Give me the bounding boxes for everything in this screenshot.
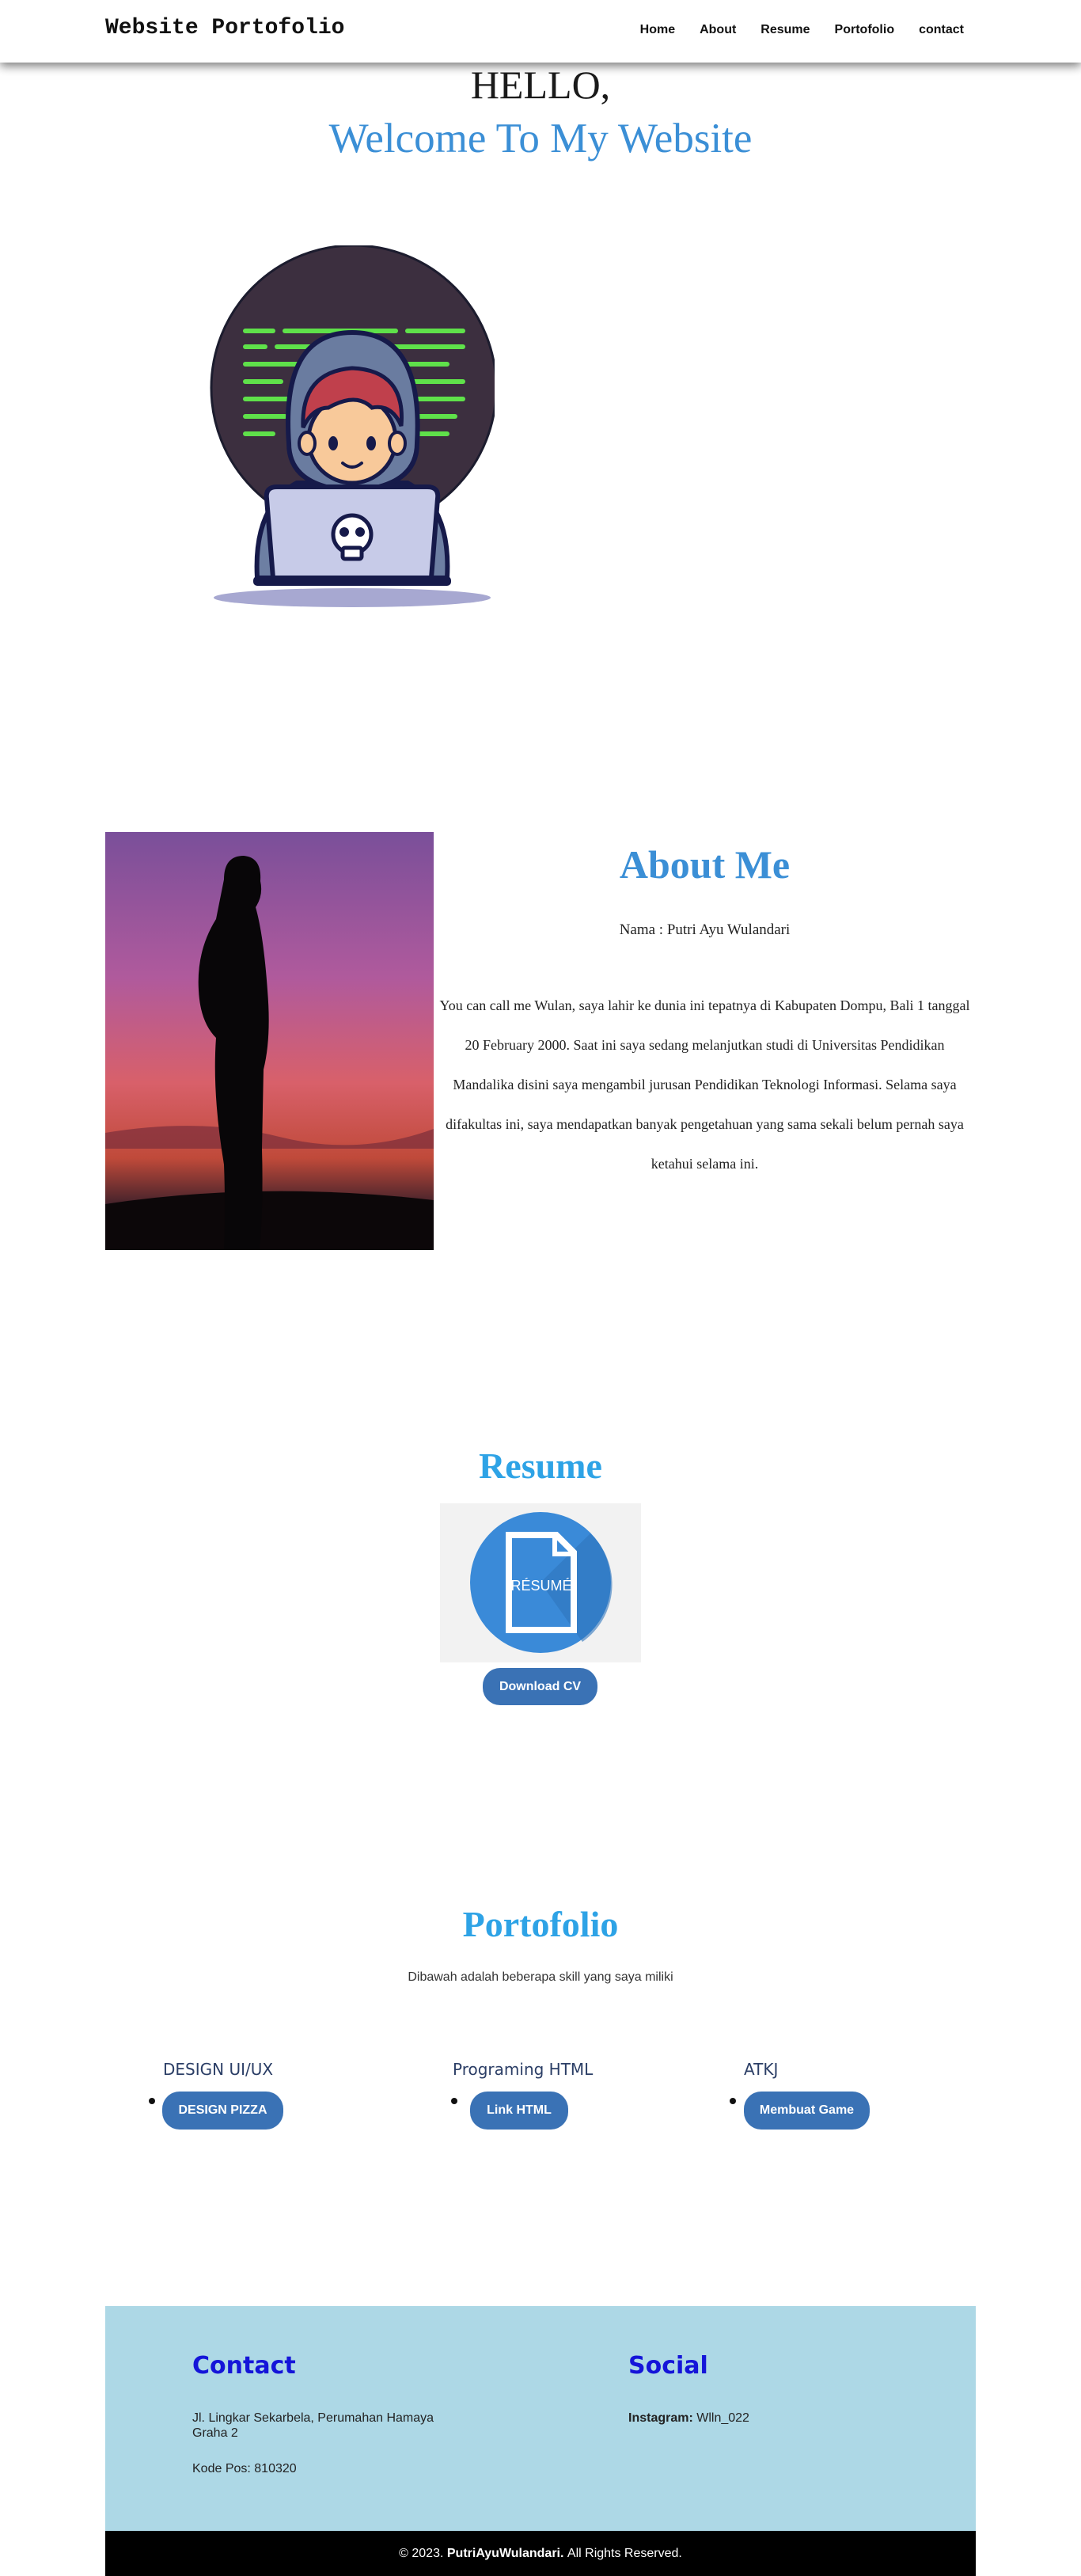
social-instagram: Instagram: Wlln_022 xyxy=(628,2411,749,2426)
social-title: Social xyxy=(628,2352,708,2380)
copyright-name: PutriAyuWulandari. xyxy=(446,2546,564,2560)
about-title: About Me xyxy=(619,842,791,887)
instagram-handle[interactable]: Wlln_022 xyxy=(696,2411,749,2425)
resume-document-icon: RÉSUMÉ xyxy=(470,1512,613,1653)
resume-icon-card: RÉSUMÉ xyxy=(440,1503,641,1662)
copyright-bar: © 2023. PutriAyuWulandari. All Rights Re… xyxy=(105,2531,976,2576)
download-cv-button[interactable]: Download CV xyxy=(483,1668,597,1705)
design-pizza-button[interactable]: DESIGN PIZZA xyxy=(162,2092,283,2130)
membuat-game-button[interactable]: Membuat Game xyxy=(744,2092,870,2130)
about-description: You can call me Wulan, saya lahir ke dun… xyxy=(439,997,970,1172)
copyright-suffix: All Rights Reserved. xyxy=(567,2546,682,2560)
portfolio-subtitle: Dibawah adalah beberapa skill yang saya … xyxy=(408,1970,673,1984)
hacker-illustration xyxy=(210,244,498,610)
skill-title-design: DESIGN UI/UX xyxy=(163,2060,274,2079)
contact-title: Contact xyxy=(192,2352,296,2380)
skill-title-atkj: ATKJ xyxy=(744,2060,779,2079)
nav-portofolio[interactable]: Portofolio xyxy=(835,23,895,37)
nav-resume[interactable]: Resume xyxy=(760,23,810,37)
nav-about[interactable]: About xyxy=(700,23,736,37)
brand-title[interactable]: Website Portofolio xyxy=(105,16,344,40)
skill-title-html: Programing HTML xyxy=(453,2060,594,2079)
link-html-button[interactable]: Link HTML xyxy=(470,2092,568,2130)
site-header: Website Portofolio Home About Resume Por… xyxy=(0,0,1081,63)
contact-address: Jl. Lingkar Sekarbela, Perumahan Hamaya … xyxy=(192,2411,434,2440)
hero-welcome: Welcome To My Website xyxy=(328,116,753,161)
portfolio-title: Portofolio xyxy=(462,1904,619,1944)
resume-icon-text: RÉSUMÉ xyxy=(510,1578,571,1594)
bullet-icon xyxy=(149,2098,155,2104)
copyright-prefix: © 2023. xyxy=(399,2546,444,2560)
resume-title: Resume xyxy=(479,1446,602,1486)
nav-contact[interactable]: contact xyxy=(919,23,964,37)
bullet-icon xyxy=(451,2098,457,2104)
about-name: Nama : Putri Ayu Wulandari xyxy=(619,921,791,938)
footer: Contact Jl. Lingkar Sekarbela, Perumahan… xyxy=(105,2306,976,2531)
contact-postal: Kode Pos: 810320 xyxy=(192,2462,297,2475)
instagram-label: Instagram: xyxy=(628,2411,693,2425)
nav-home[interactable]: Home xyxy=(640,23,675,37)
bullet-icon xyxy=(730,2098,736,2104)
main-nav: Home About Resume Portofolio contact xyxy=(640,23,964,37)
hero-greeting: HELLO, xyxy=(470,63,611,107)
about-photo xyxy=(105,832,434,1250)
